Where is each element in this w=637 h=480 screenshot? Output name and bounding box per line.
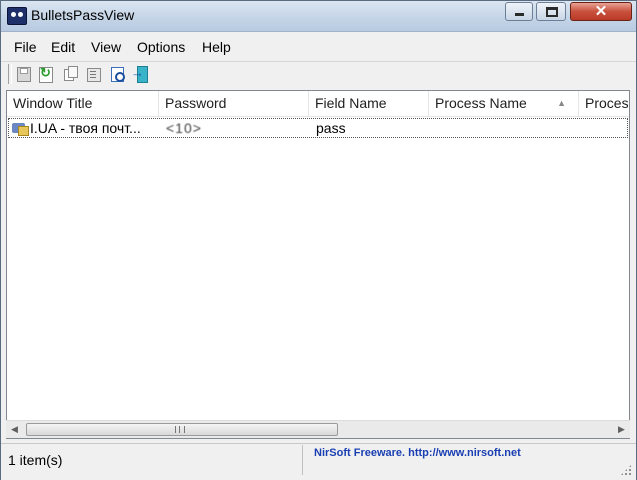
save-icon[interactable]: [15, 65, 33, 83]
horizontal-scrollbar[interactable]: ◀ ▶: [6, 420, 630, 438]
column-header-label: Window Title: [13, 95, 93, 111]
table-row[interactable]: I.UA - твоя почт... <10> pass: [8, 118, 628, 138]
maximize-button[interactable]: [536, 2, 566, 21]
column-header-label: Proces: [585, 95, 629, 111]
nirsoft-link[interactable]: NirSoft Freeware. http://www.nirsoft.net: [314, 447, 521, 459]
properties-icon[interactable]: [85, 65, 103, 83]
cell-process-path: [586, 119, 626, 137]
grip-icon: [175, 426, 185, 433]
refresh-icon[interactable]: [37, 65, 55, 83]
list-header: Window Title Password Field Name Process…: [7, 91, 629, 117]
scrollbar-thumb[interactable]: [26, 423, 338, 436]
column-header-label: Field Name: [315, 95, 387, 111]
app-logo-icon[interactable]: [7, 7, 27, 25]
menu-edit[interactable]: Edit: [51, 39, 75, 55]
title-bar[interactable]: BulletsPassView ✕: [1, 1, 636, 32]
status-bar: 1 item(s) NirSoft Freeware. http://www.n…: [1, 443, 636, 480]
menu-file[interactable]: File: [14, 39, 37, 55]
window-icon: [12, 121, 29, 136]
menu-help[interactable]: Help: [202, 39, 231, 55]
resize-grip-icon[interactable]: [620, 464, 632, 476]
cell-process-name: [436, 119, 576, 137]
exit-icon[interactable]: [131, 65, 149, 83]
scroll-right-icon[interactable]: ▶: [613, 421, 630, 438]
sort-ascending-icon: ▲: [557, 98, 566, 108]
column-header-password[interactable]: Password: [159, 91, 309, 116]
cell-window-title: I.UA - твоя почт...: [30, 120, 141, 136]
window-title: BulletsPassView: [31, 7, 135, 23]
toolbar-separator: [8, 64, 12, 84]
column-header-process-name[interactable]: Process Name ▲: [429, 91, 579, 116]
scroll-left-icon[interactable]: ◀: [6, 421, 23, 438]
find-icon[interactable]: [109, 65, 127, 83]
copy-icon[interactable]: [61, 65, 79, 83]
cell-password: <10>: [166, 120, 202, 136]
close-button[interactable]: ✕: [570, 2, 632, 21]
menu-view[interactable]: View: [91, 39, 121, 55]
menu-options[interactable]: Options: [137, 39, 185, 55]
menu-bar: File Edit View Options Help: [1, 32, 636, 62]
close-icon: ✕: [594, 3, 608, 20]
password-list[interactable]: Window Title Password Field Name Process…: [6, 90, 630, 439]
status-divider: [302, 445, 303, 475]
app-window: BulletsPassView ✕ File Edit View Options…: [0, 0, 637, 480]
column-header-label: Password: [165, 95, 227, 111]
column-header-process-path[interactable]: Proces: [579, 91, 629, 116]
minimize-button[interactable]: [505, 2, 533, 21]
toolbar: [1, 62, 636, 87]
column-header-window-title[interactable]: Window Title: [7, 91, 159, 116]
column-header-field-name[interactable]: Field Name: [309, 91, 429, 116]
item-count: 1 item(s): [8, 452, 63, 468]
cell-field-name: pass: [316, 120, 346, 136]
column-header-label: Process Name: [435, 95, 527, 111]
